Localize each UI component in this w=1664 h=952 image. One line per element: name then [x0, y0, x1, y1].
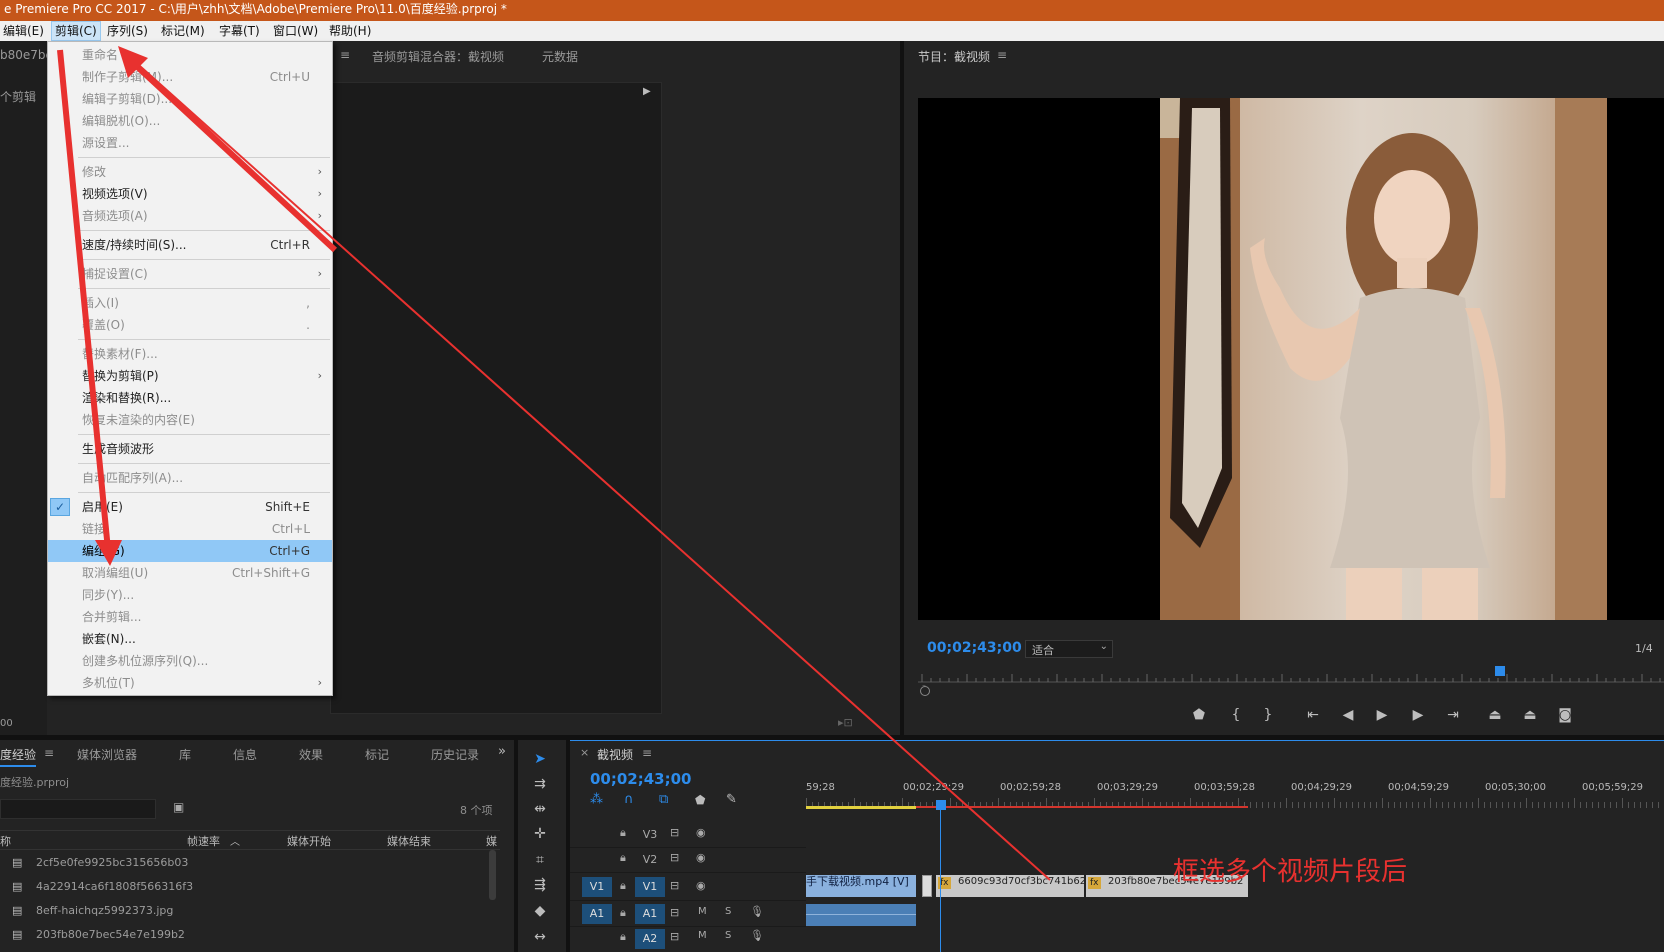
annotation-arrowhead-down: [95, 540, 122, 566]
annotation-overlay: [57, 46, 1051, 881]
annotation-arrow-up: [127, 57, 338, 253]
annotation-arrow-down: [57, 49, 111, 551]
annotation-text: 框选多个视频片段后: [1173, 857, 1408, 887]
annotation-line: [121, 49, 1051, 881]
